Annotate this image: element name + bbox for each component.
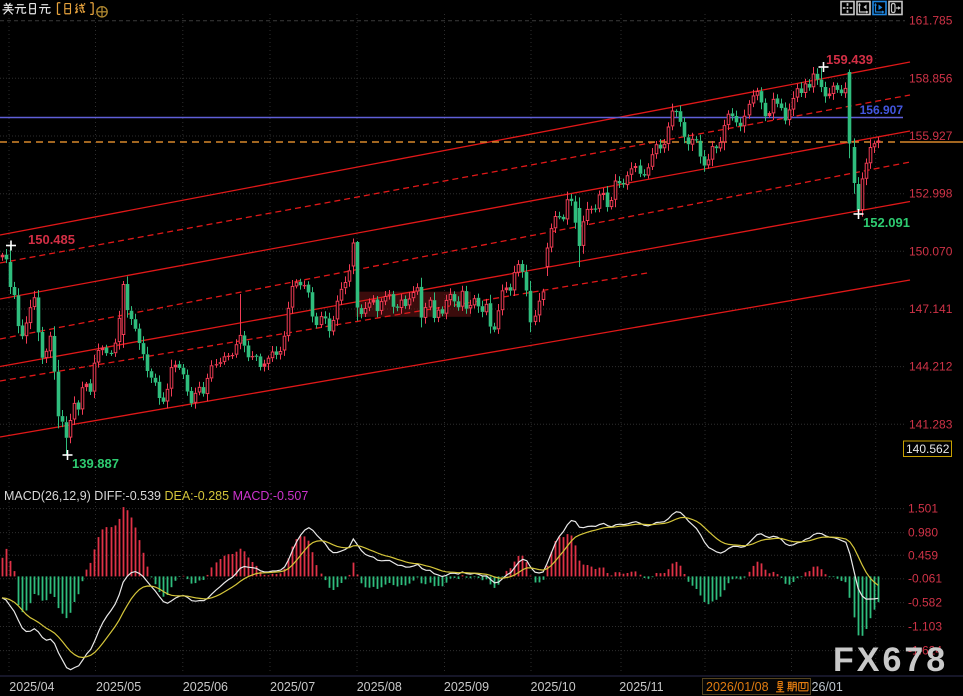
svg-text:2025/06: 2025/06 [183, 680, 228, 694]
svg-text:2025/11: 2025/11 [619, 680, 663, 694]
svg-text:156.907: 156.907 [860, 103, 904, 117]
svg-text:2025/09: 2025/09 [444, 680, 489, 694]
svg-text:152.998: 152.998 [909, 187, 953, 201]
svg-text:152.091: 152.091 [863, 215, 910, 230]
svg-text:155.927: 155.927 [909, 129, 953, 143]
svg-text:161.785: 161.785 [909, 14, 953, 28]
svg-text:2025/07: 2025/07 [270, 680, 315, 694]
svg-text:147.141: 147.141 [909, 302, 953, 316]
svg-text:2025/05: 2025/05 [96, 680, 141, 694]
svg-text:MACD(26,12,9) DIFF:-0.539 DEA:: MACD(26,12,9) DIFF:-0.539 DEA:-0.285 MAC… [4, 489, 308, 503]
svg-text:2025/08: 2025/08 [357, 680, 402, 694]
svg-text:0.459: 0.459 [908, 548, 938, 562]
svg-text:159.439: 159.439 [826, 52, 873, 67]
svg-text:2025/10: 2025/10 [531, 680, 576, 694]
svg-text:158.856: 158.856 [909, 71, 953, 85]
svg-text:-0.061: -0.061 [908, 572, 942, 586]
svg-text:0.980: 0.980 [908, 526, 938, 540]
svg-text:140.562: 140.562 [906, 442, 950, 456]
svg-text:139.887: 139.887 [72, 456, 119, 471]
svg-text:-0.582: -0.582 [908, 596, 942, 610]
svg-text:144.212: 144.212 [909, 360, 953, 374]
svg-text:26/01: 26/01 [812, 680, 843, 694]
svg-text:150.070: 150.070 [909, 244, 953, 258]
svg-text:141.283: 141.283 [909, 417, 953, 431]
svg-text:2025/04: 2025/04 [9, 680, 54, 694]
svg-text:2026/01/08: 2026/01/08 [706, 680, 769, 694]
svg-text:1.501: 1.501 [908, 502, 938, 516]
svg-text:150.485: 150.485 [28, 232, 75, 247]
svg-text:-1.103: -1.103 [908, 620, 942, 634]
svg-text:FX678: FX678 [833, 641, 948, 679]
